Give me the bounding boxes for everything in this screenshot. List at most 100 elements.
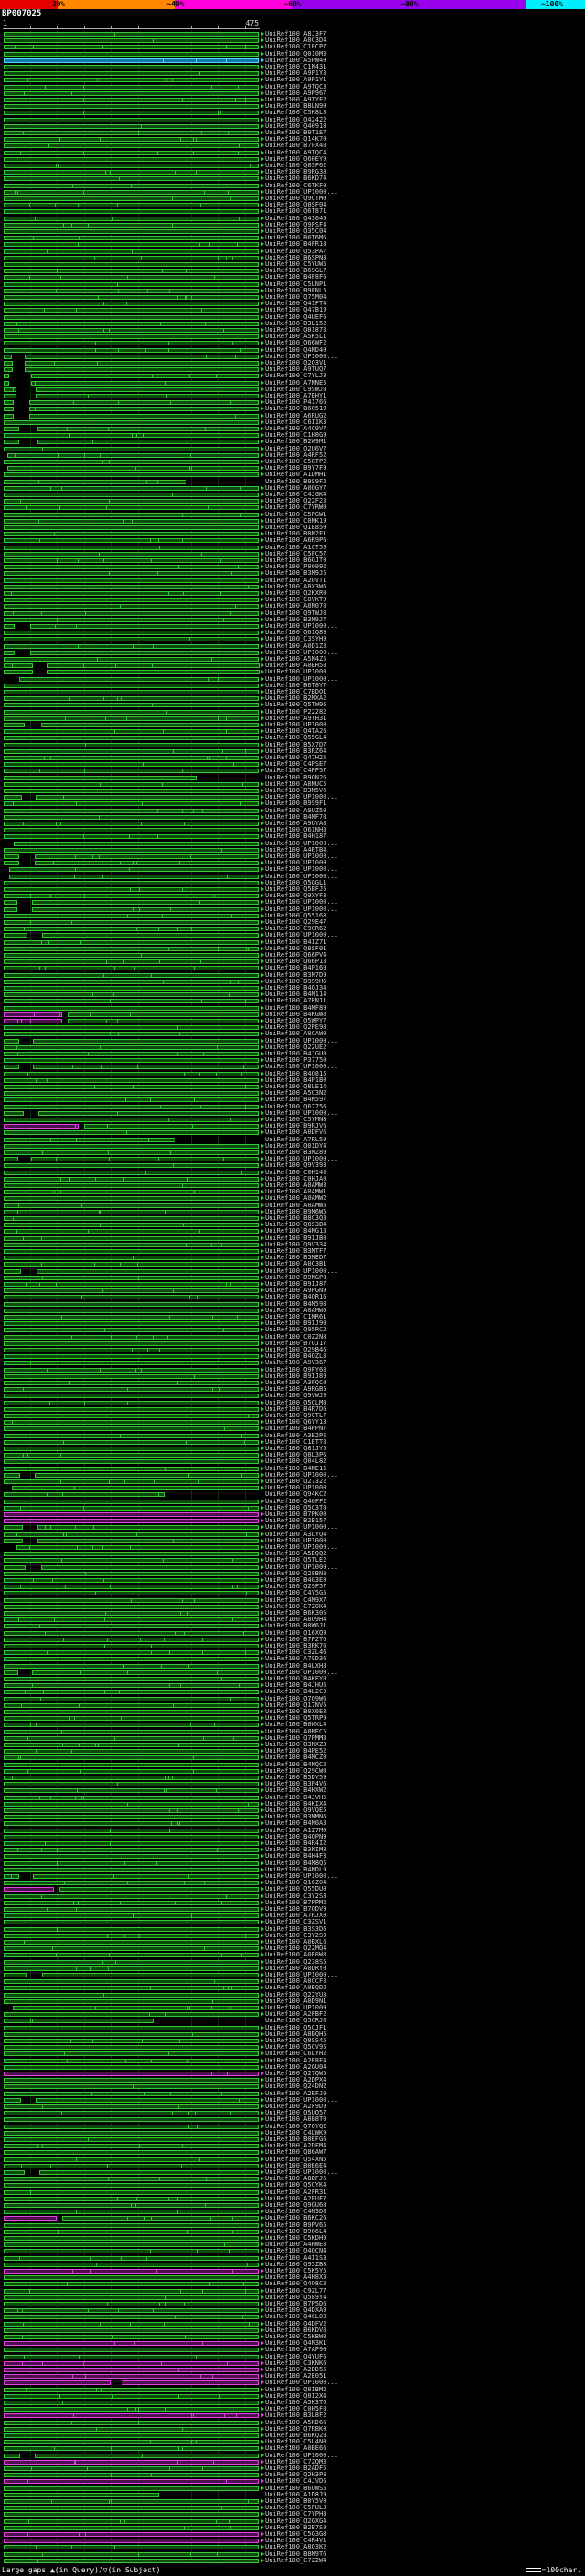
alignment-bar[interactable]	[4, 1730, 259, 1734]
alignment-bar[interactable]	[4, 1394, 259, 1398]
alignment-bar[interactable]	[4, 1183, 259, 1188]
alignment-bar[interactable]	[32, 1670, 259, 1675]
alignment-bar[interactable]	[4, 1532, 259, 1537]
alignment-bar[interactable]	[4, 1269, 21, 1274]
alignment-bar[interactable]	[4, 1749, 259, 1754]
alignment-bar[interactable]	[4, 2059, 259, 2063]
alignment-bar[interactable]	[4, 894, 259, 898]
alignment-bar[interactable]	[4, 776, 197, 780]
alignment-bar[interactable]	[4, 308, 259, 313]
alignment-bar[interactable]	[4, 546, 259, 550]
alignment-bar[interactable]	[4, 2236, 259, 2241]
alignment-bar[interactable]	[4, 809, 259, 813]
alignment-bar[interactable]	[4, 1335, 259, 1340]
alignment-bar[interactable]	[4, 2473, 259, 2477]
alignment-bar[interactable]	[4, 2111, 259, 2115]
alignment-bar[interactable]	[4, 2275, 259, 2280]
alignment-bar[interactable]	[4, 703, 259, 707]
alignment-bar[interactable]	[29, 414, 259, 419]
alignment-bar[interactable]	[4, 1683, 259, 1688]
alignment-bar[interactable]	[4, 1381, 259, 1385]
alignment-bar[interactable]	[7, 453, 259, 458]
alignment-bar[interactable]	[4, 2150, 259, 2155]
alignment-bar[interactable]	[4, 1605, 259, 1609]
alignment-bar[interactable]	[4, 663, 33, 668]
alignment-bar[interactable]	[4, 38, 259, 43]
alignment-bar[interactable]	[47, 670, 260, 674]
alignment-bar[interactable]	[4, 2479, 259, 2484]
alignment-bar[interactable]	[4, 729, 259, 734]
alignment-bar[interactable]	[37, 1539, 259, 1543]
alignment-bar[interactable]	[68, 1019, 259, 1023]
alignment-bar[interactable]	[4, 98, 259, 102]
alignment-bar[interactable]	[4, 933, 27, 938]
alignment-bar[interactable]	[4, 1138, 176, 1142]
alignment-bar[interactable]	[4, 1565, 26, 1570]
alignment-bar[interactable]	[4, 651, 15, 655]
alignment-bar[interactable]	[4, 631, 259, 635]
alignment-bar[interactable]	[4, 1940, 259, 1945]
alignment-bar[interactable]	[4, 637, 259, 641]
alignment-bar[interactable]	[4, 394, 16, 398]
alignment-bar[interactable]	[25, 361, 259, 366]
alignment-bar[interactable]	[4, 2197, 259, 2201]
alignment-bar[interactable]	[4, 2078, 259, 2083]
alignment-bar[interactable]	[4, 1163, 259, 1168]
alignment-bar[interactable]	[41, 723, 259, 727]
alignment-bar[interactable]	[4, 2380, 111, 2385]
alignment-bar[interactable]	[4, 1993, 259, 1998]
alignment-bar[interactable]	[4, 472, 259, 477]
alignment-bar[interactable]	[4, 315, 259, 320]
alignment-bar[interactable]	[4, 756, 259, 760]
alignment-bar[interactable]	[4, 322, 259, 326]
alignment-bar[interactable]	[4, 1815, 259, 1819]
alignment-bar[interactable]	[33, 1065, 259, 1069]
alignment-bar[interactable]	[4, 2242, 259, 2247]
alignment-bar[interactable]	[4, 2026, 259, 2030]
alignment-bar[interactable]	[4, 2413, 259, 2418]
alignment-bar[interactable]	[4, 762, 259, 767]
alignment-bar[interactable]	[4, 947, 259, 951]
alignment-bar[interactable]	[4, 2045, 259, 2050]
alignment-bar[interactable]	[4, 486, 259, 491]
alignment-bar[interactable]	[4, 1611, 259, 1616]
alignment-bar[interactable]	[4, 2526, 259, 2530]
alignment-bar[interactable]	[4, 2084, 259, 2089]
alignment-bar[interactable]	[4, 1986, 259, 1990]
alignment-bar[interactable]	[4, 217, 259, 221]
alignment-bar[interactable]	[4, 1631, 259, 1636]
alignment-bar[interactable]	[4, 2401, 259, 2405]
alignment-bar[interactable]	[4, 914, 259, 918]
alignment-bar[interactable]	[4, 289, 259, 293]
alignment-bar[interactable]	[4, 236, 259, 240]
alignment-bar[interactable]	[4, 1558, 259, 1563]
alignment-bar[interactable]	[4, 2065, 259, 2070]
alignment-bar[interactable]	[9, 867, 259, 872]
alignment-bar[interactable]	[4, 1467, 259, 1471]
alignment-bar[interactable]	[4, 1960, 259, 1965]
alignment-bar[interactable]	[4, 1032, 259, 1036]
alignment-bar[interactable]	[4, 1177, 259, 1182]
alignment-bar[interactable]	[35, 854, 259, 859]
alignment-bar[interactable]	[4, 828, 259, 832]
alignment-bar[interactable]	[4, 1585, 259, 1589]
alignment-bar[interactable]	[42, 933, 259, 938]
alignment-bar[interactable]	[4, 2446, 259, 2451]
alignment-bar[interactable]	[4, 2223, 259, 2228]
alignment-bar[interactable]	[4, 1190, 259, 1194]
alignment-bar[interactable]	[4, 1039, 19, 1044]
alignment-bar[interactable]	[4, 2394, 259, 2399]
alignment-bar[interactable]	[4, 32, 259, 37]
alignment-bar[interactable]	[4, 143, 259, 148]
alignment-bar[interactable]	[4, 420, 259, 425]
alignment-bar[interactable]	[4, 427, 19, 431]
alignment-bar[interactable]	[4, 1374, 259, 1379]
alignment-bar[interactable]	[4, 328, 259, 333]
alignment-bar[interactable]	[31, 381, 259, 386]
alignment-bar[interactable]	[4, 1479, 259, 1484]
alignment-bar[interactable]	[4, 2177, 259, 2181]
alignment-bar[interactable]	[4, 2282, 259, 2286]
alignment-bar[interactable]	[4, 2051, 259, 2056]
alignment-bar[interactable]	[4, 85, 259, 90]
alignment-bar[interactable]	[4, 1124, 79, 1129]
